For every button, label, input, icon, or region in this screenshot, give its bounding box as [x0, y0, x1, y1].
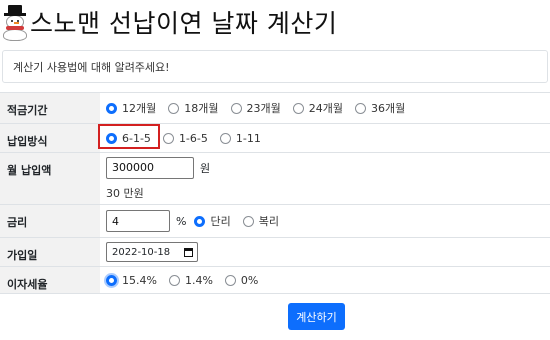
monthly-row: 월 납입액 원 30 만원: [0, 152, 550, 204]
period-option-23[interactable]: 23개월: [230, 100, 281, 116]
calculate-button[interactable]: 계산하기: [288, 303, 345, 330]
radio-icon: [242, 215, 254, 227]
page-title: 스노맨 선납이연 날짜 계산기: [30, 9, 338, 38]
period-radio-group: 12개월 18개월 23개월 24개월 36개월: [106, 100, 550, 116]
method-radio-group: 6-1-5 1-6-5 1-11: [106, 132, 550, 145]
radio-icon: [230, 102, 242, 114]
period-option-18[interactable]: 18개월: [168, 100, 219, 116]
rate-input[interactable]: [106, 210, 170, 232]
tax-option-1-4[interactable]: 1.4%: [168, 274, 213, 287]
radio-icon: [168, 274, 180, 286]
help-link[interactable]: 계산기 사용법에 대해 알려주세요!: [2, 50, 548, 83]
rate-option-simple[interactable]: 단리: [194, 213, 231, 229]
monthly-unit: 원: [200, 161, 211, 175]
rate-unit: %: [176, 214, 187, 228]
tax-radio-group: 15.4% 1.4% 0%: [106, 274, 550, 287]
method-option-1-11[interactable]: 1-11: [219, 132, 261, 145]
rate-row: 금리 % 단리 복리: [0, 204, 550, 237]
radio-icon: [162, 132, 174, 144]
method-option-1-6-5[interactable]: 1-6-5: [162, 132, 208, 145]
radio-icon: [194, 215, 206, 227]
calculator-form: 적금기간 12개월 18개월 23개월 24개월 36개월 납입방식 6-1-5…: [0, 92, 550, 294]
rate-option-compound[interactable]: 복리: [242, 213, 279, 229]
radio-icon: [355, 102, 366, 114]
title-row: 스노맨 선납이연 날짜 계산기: [0, 4, 338, 41]
tax-row: 이자세율 15.4% 1.4% 0%: [0, 266, 550, 294]
tax-focus-ring: [104, 273, 119, 288]
period-option-24[interactable]: 24개월: [292, 100, 343, 116]
rate-label: 금리: [0, 205, 100, 237]
radio-icon: [219, 132, 231, 144]
join-date-row: 가입일 2022-10-18: [0, 237, 550, 266]
tax-label: 이자세율: [0, 267, 100, 293]
monthly-label: 월 납입액: [0, 153, 100, 204]
period-option-36[interactable]: 36개월: [355, 100, 405, 116]
method-row: 납입방식 6-1-5 1-6-5 1-11: [0, 123, 550, 152]
period-row: 적금기간 12개월 18개월 23개월 24개월 36개월: [0, 92, 550, 123]
method-highlight-box: [98, 124, 160, 149]
snowman-icon: [0, 5, 30, 41]
tax-option-0[interactable]: 0%: [224, 274, 258, 287]
radio-icon: [224, 274, 236, 286]
radio-icon: [106, 102, 117, 114]
rate-type-radio-group: 단리 복리: [194, 213, 279, 229]
radio-icon: [168, 102, 180, 114]
monthly-amount-input[interactable]: [106, 156, 194, 179]
calendar-icon[interactable]: [184, 247, 193, 257]
period-label: 적금기간: [0, 93, 100, 123]
join-date-label: 가입일: [0, 238, 100, 266]
period-option-12[interactable]: 12개월: [106, 100, 156, 116]
monthly-hint: 30 만원: [106, 186, 144, 200]
join-date-input[interactable]: 2022-10-18: [106, 242, 198, 262]
radio-icon: [292, 102, 304, 114]
method-label: 납입방식: [0, 124, 100, 152]
